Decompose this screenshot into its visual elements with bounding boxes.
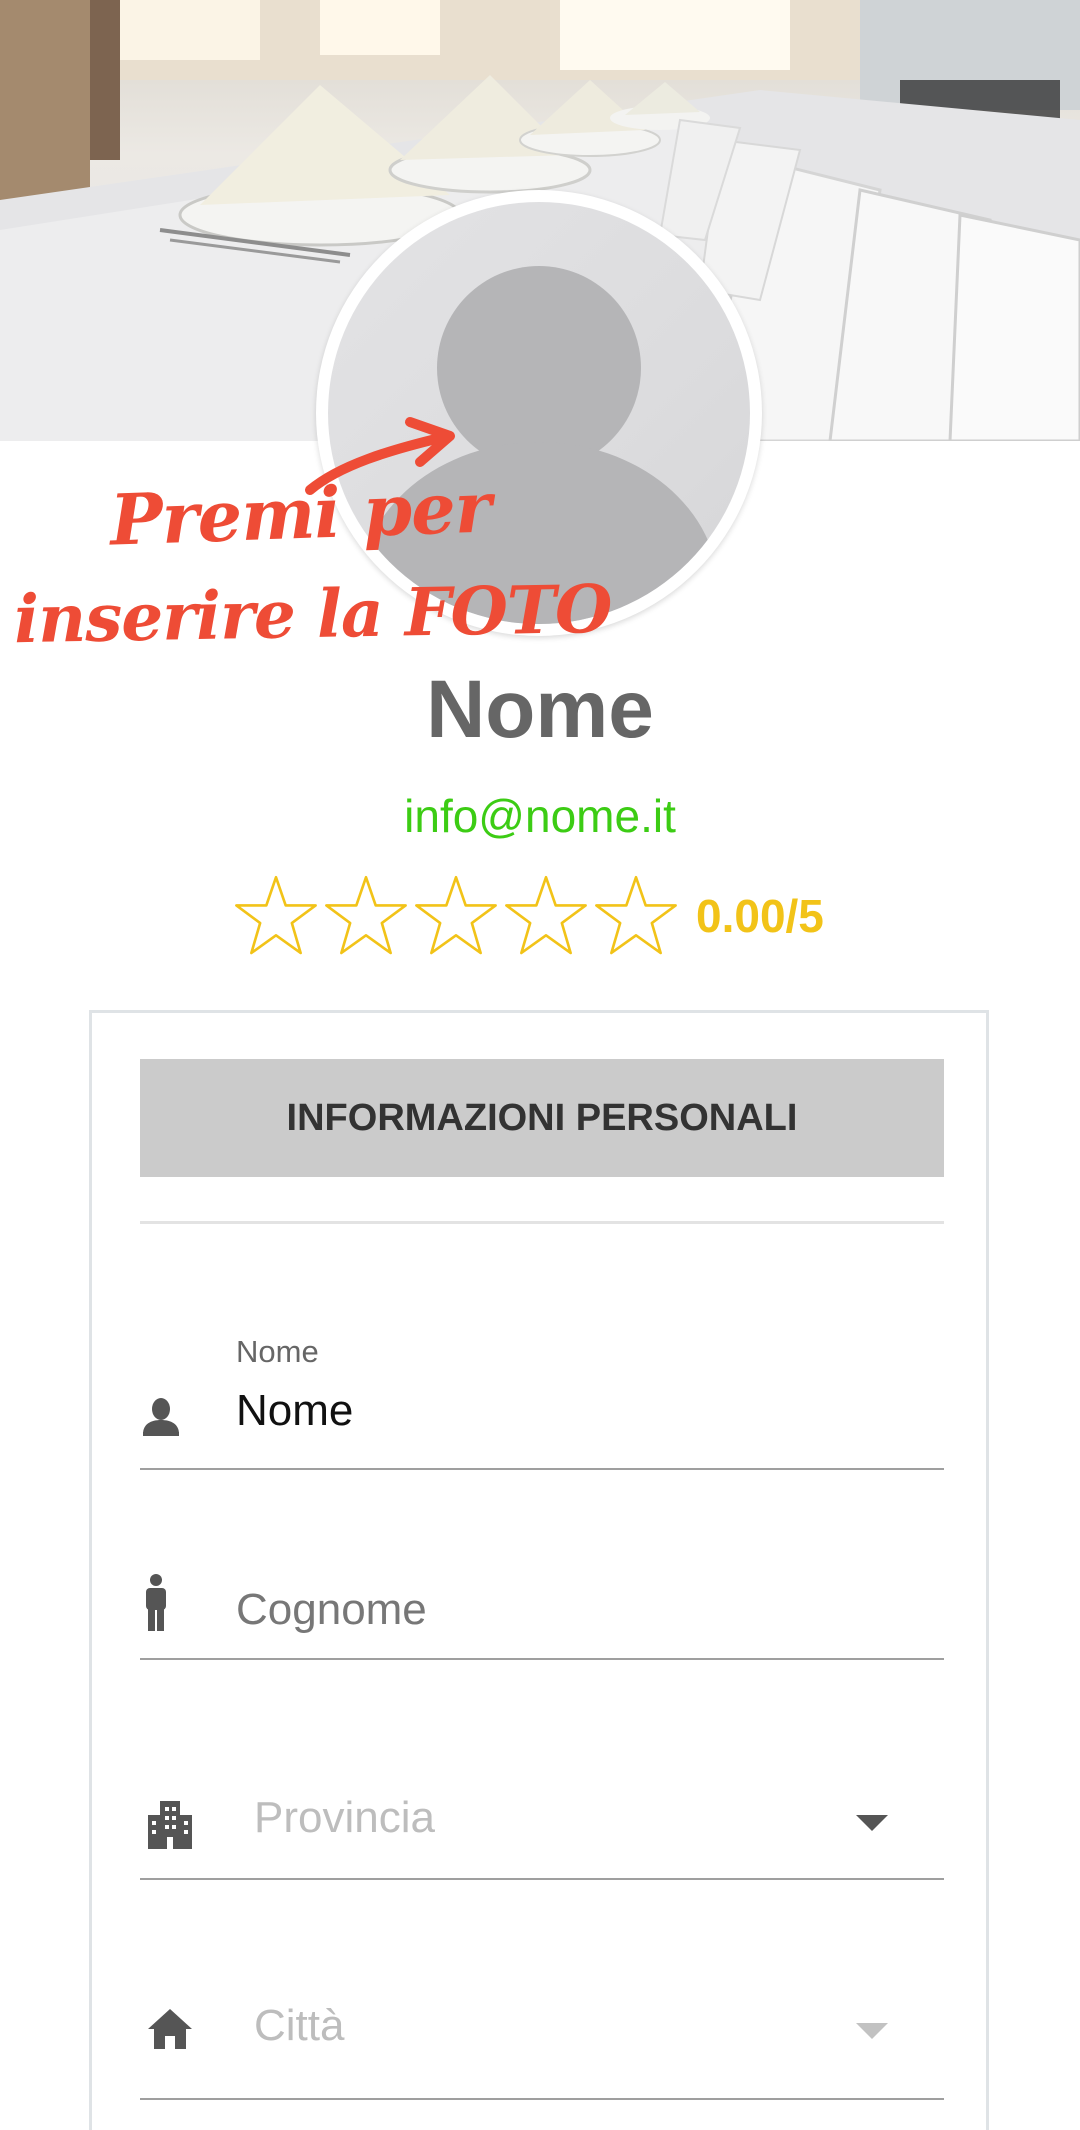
profile-name: Nome: [426, 664, 654, 755]
star-icon[interactable]: [592, 872, 680, 960]
rating-value: 0.00/5: [696, 890, 824, 942]
provincia-select[interactable]: Provincia: [140, 1743, 944, 1880]
nome-input[interactable]: Nome: [236, 1386, 353, 1436]
cognome-input[interactable]: Cognome: [236, 1585, 427, 1635]
nome-label: Nome: [236, 1334, 319, 1369]
section-divider: [140, 1221, 944, 1224]
star-icon[interactable]: [412, 872, 500, 960]
home-icon: [148, 2009, 192, 2049]
profile-photo-button[interactable]: [316, 190, 762, 636]
person-standing-icon: [146, 1574, 166, 1631]
cognome-field[interactable]: Cognome: [140, 1543, 944, 1660]
user-placeholder-icon: [328, 202, 750, 624]
star-icon[interactable]: [322, 872, 410, 960]
provincia-placeholder: Provincia: [254, 1793, 435, 1842]
section-header: INFORMAZIONI PERSONALI: [140, 1059, 944, 1177]
nome-field[interactable]: Nome Nome: [140, 1328, 944, 1470]
star-icon[interactable]: [502, 872, 590, 960]
personal-info-card: INFORMAZIONI PERSONALI Nome Nome Cognome: [89, 1010, 989, 2130]
person-bust-icon: [143, 1398, 179, 1436]
building-icon: [148, 1801, 192, 1849]
profile-email: info@nome.it: [404, 790, 676, 842]
dropdown-caret-icon[interactable]: [856, 1815, 888, 1831]
star-icon[interactable]: [232, 872, 320, 960]
citta-select[interactable]: Città: [140, 1963, 944, 2100]
dropdown-caret-icon[interactable]: [856, 2023, 888, 2039]
rating: 0.00/5: [232, 868, 824, 964]
citta-placeholder: Città: [254, 2001, 345, 2050]
